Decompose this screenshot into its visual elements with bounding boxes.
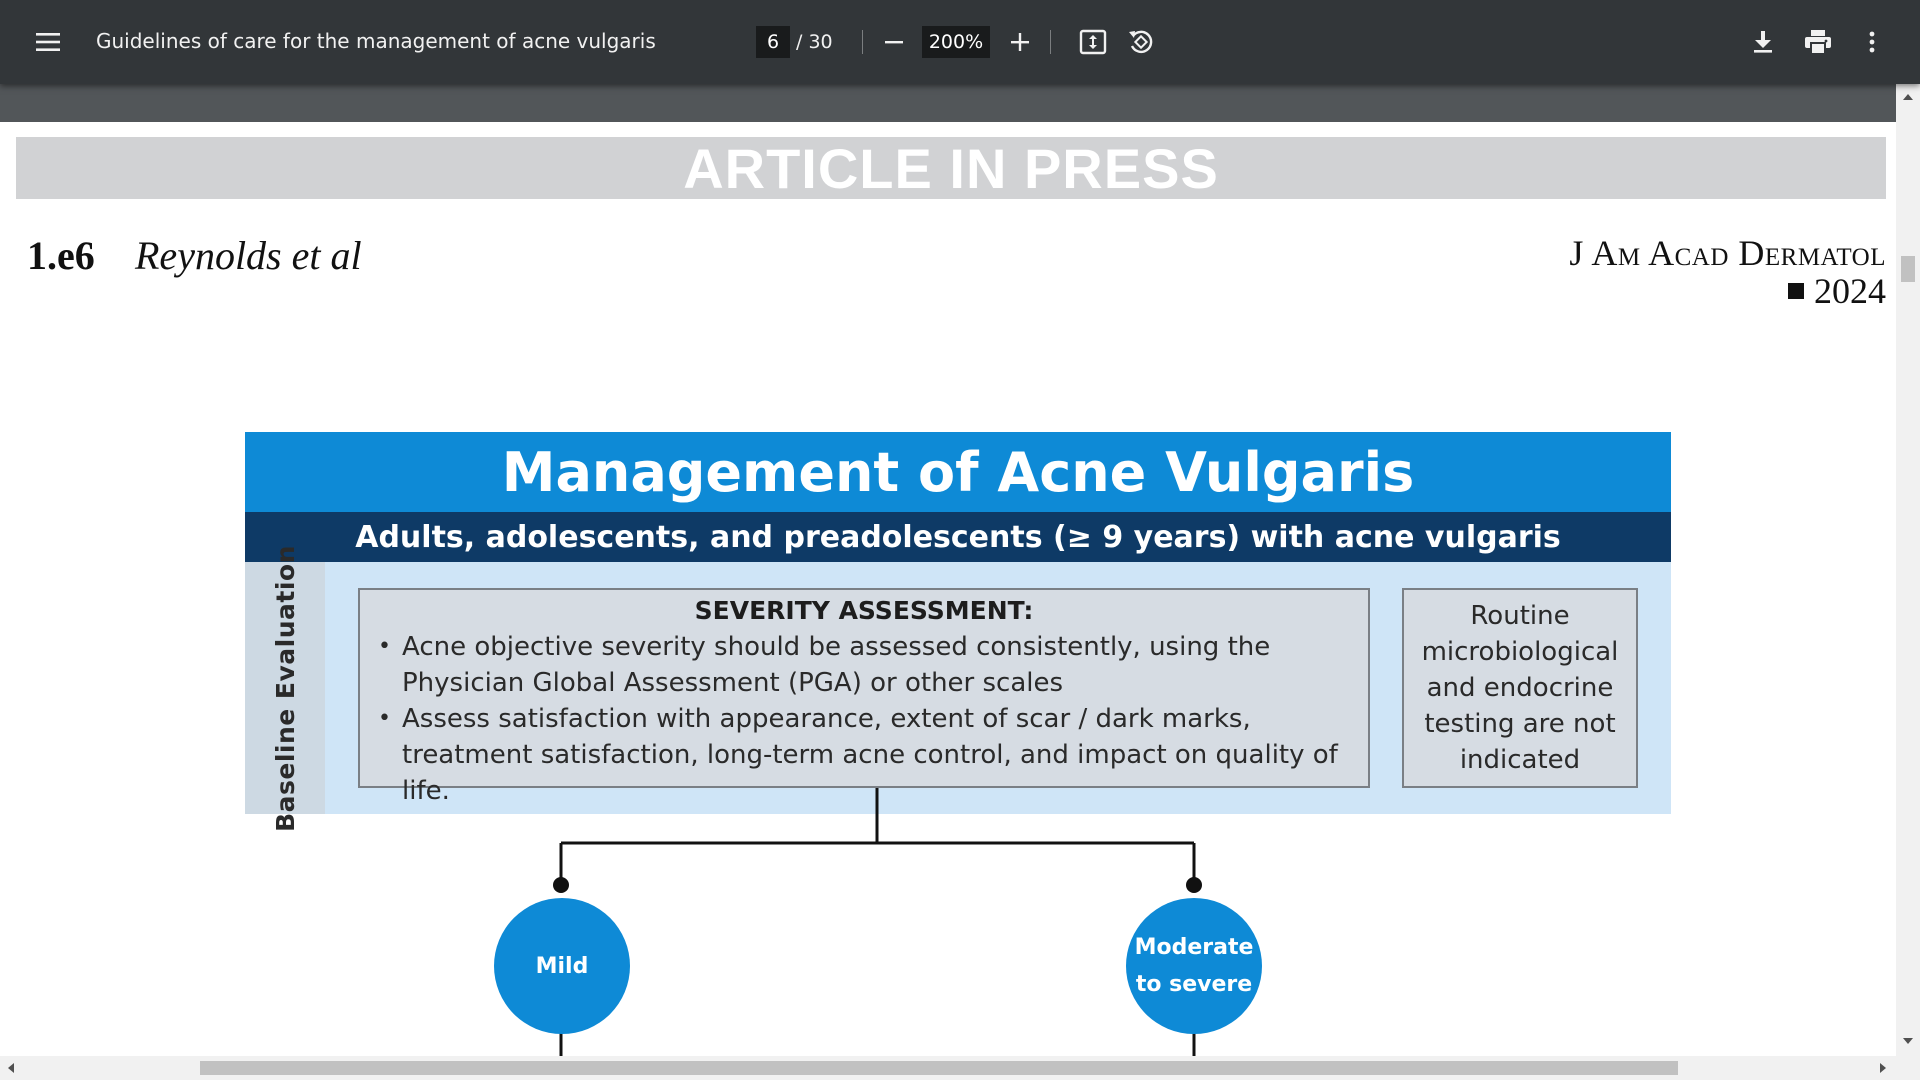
- bullet-dot-icon: •: [378, 634, 391, 659]
- routine-testing-text: Routine microbiological and endocrine te…: [1421, 601, 1619, 775]
- more-vertical-icon: [1869, 31, 1875, 53]
- routine-testing-box: Routine microbiological and endocrine te…: [1402, 588, 1638, 788]
- square-bullet-icon: [1788, 283, 1804, 299]
- flowchart-title: Management of Acne Vulgaris: [501, 440, 1415, 504]
- page-number-label: 1.e6: [27, 233, 95, 278]
- hamburger-menu-icon: [36, 33, 60, 51]
- document-title: Guidelines of care for the management of…: [96, 29, 656, 53]
- pdf-page: ARTICLE IN PRESS 1.e6 Reynolds et al J A…: [0, 122, 1896, 1056]
- print-button[interactable]: [1796, 22, 1840, 62]
- baseline-evaluation-label: Baseline Evaluation: [270, 544, 300, 832]
- menu-button[interactable]: [26, 22, 70, 62]
- rotate-counterclockwise-icon: [1129, 30, 1153, 54]
- moderate-label-line2: to severe: [1135, 972, 1253, 997]
- download-icon: [1754, 31, 1772, 53]
- zoom-in-button[interactable]: [1000, 22, 1040, 62]
- page-number-input[interactable]: [756, 26, 790, 58]
- scroll-up-icon[interactable]: [1903, 94, 1913, 100]
- scroll-down-icon[interactable]: [1903, 1038, 1913, 1044]
- severity-bullet-text: Acne objective severity should be assess…: [402, 632, 1271, 698]
- rotate-button[interactable]: [1120, 22, 1162, 62]
- vertical-scrollbar[interactable]: [1896, 84, 1920, 1056]
- baseline-evaluation-side: Baseline Evaluation: [245, 545, 325, 831]
- flowchart-subtitle: Adults, adolescents, and preadolescents …: [355, 519, 1561, 555]
- more-actions-button[interactable]: [1852, 22, 1892, 62]
- toolbar-divider: [1050, 30, 1051, 54]
- flowchart-subtitle-bar: Adults, adolescents, and preadolescents …: [245, 512, 1671, 562]
- severity-bullet: • Assess satisfaction with appearance, e…: [378, 701, 1350, 809]
- scroll-right-icon[interactable]: [1880, 1063, 1886, 1073]
- flowchart-title-bar: Management of Acne Vulgaris: [245, 432, 1671, 512]
- download-button[interactable]: [1742, 22, 1784, 62]
- article-in-press-banner: ARTICLE IN PRESS: [16, 136, 1886, 200]
- toolbar-divider: [862, 30, 863, 54]
- minus-icon: [885, 41, 903, 44]
- journal-year: 2024: [1788, 270, 1886, 312]
- severity-list: • Acne objective severity should be asse…: [378, 629, 1350, 809]
- zoom-out-button[interactable]: [876, 22, 912, 62]
- mild-label: Mild: [535, 953, 589, 979]
- severity-assessment-box: SEVERITY ASSESSMENT: • Acne objective se…: [358, 588, 1370, 806]
- severity-heading: SEVERITY ASSESSMENT:: [694, 596, 1034, 625]
- severity-bullet: • Acne objective severity should be asse…: [378, 629, 1350, 701]
- horizontal-scrollbar[interactable]: [0, 1056, 1920, 1080]
- journal-name: J Am Acad Dermatol: [1569, 233, 1886, 273]
- scroll-left-icon[interactable]: [8, 1063, 14, 1073]
- banner-text: ARTICLE IN PRESS: [683, 136, 1219, 200]
- fit-to-page-icon: [1079, 29, 1107, 55]
- year-text: 2024: [1814, 271, 1886, 311]
- bullet-dot-icon: •: [378, 706, 391, 731]
- page-total: / 30: [796, 31, 833, 53]
- plus-icon: [1011, 33, 1029, 51]
- mild-node: Mild: [494, 898, 630, 1034]
- running-head-authors: Reynolds et al: [135, 233, 362, 278]
- vertical-scroll-thumb[interactable]: [1901, 256, 1915, 282]
- moderate-label-line1: Moderate: [1134, 935, 1254, 960]
- document-viewer[interactable]: ARTICLE IN PRESS 1.e6 Reynolds et al J A…: [0, 84, 1896, 1056]
- pdf-toolbar: Guidelines of care for the management of…: [0, 0, 1920, 84]
- moderate-to-severe-node: Moderate to severe: [1126, 898, 1262, 1034]
- fit-to-page-button[interactable]: [1072, 22, 1114, 62]
- print-icon: [1805, 30, 1831, 55]
- horizontal-scroll-thumb[interactable]: [200, 1061, 1678, 1075]
- severity-bullet-text: Assess satisfaction with appearance, ext…: [402, 704, 1338, 806]
- zoom-level-input[interactable]: [922, 26, 990, 58]
